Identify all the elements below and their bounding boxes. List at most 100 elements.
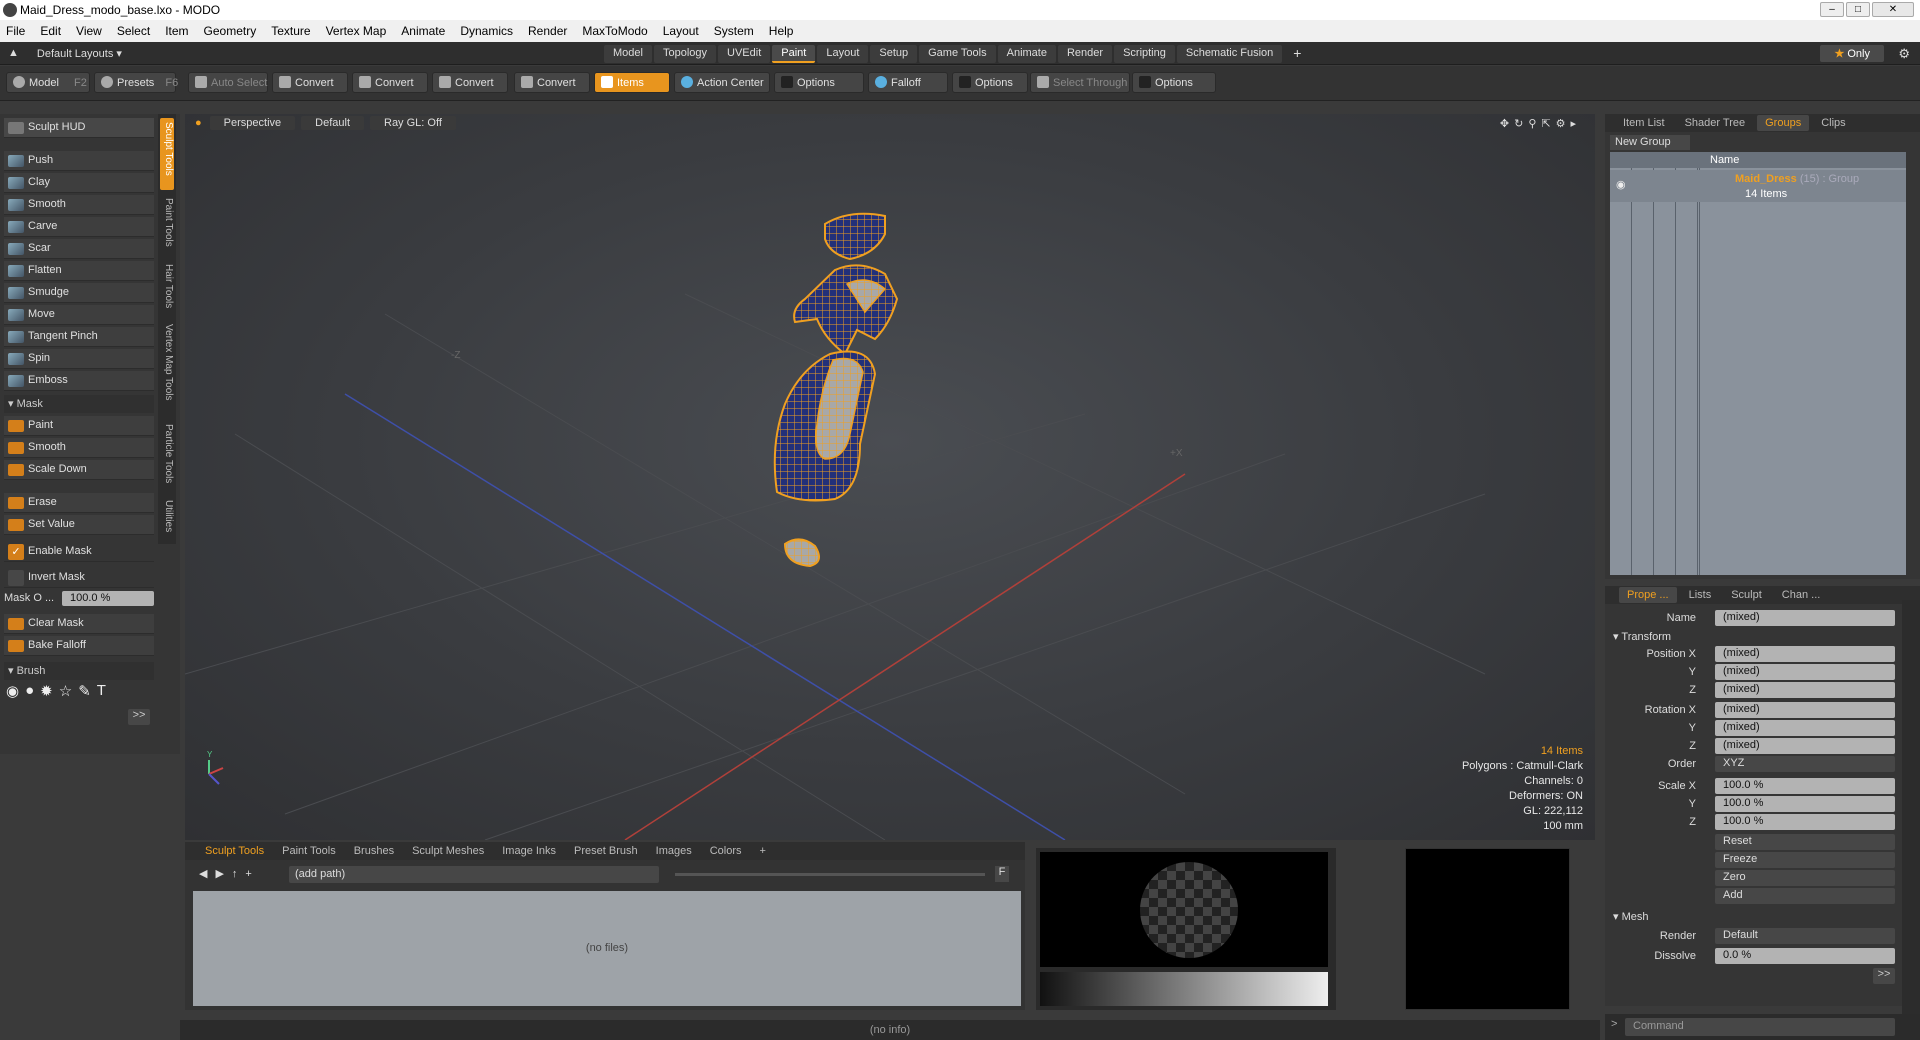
set-value-button[interactable]: Set Value [4, 515, 154, 535]
options-button-3[interactable]: Options [1132, 72, 1216, 93]
command-input[interactable]: Command [1625, 1018, 1895, 1036]
tab-channels[interactable]: Chan ... [1774, 587, 1829, 603]
tab-render[interactable]: Render [1057, 45, 1113, 63]
tab-colors[interactable]: Colors [702, 843, 750, 859]
tab-brushes[interactable]: Brushes [346, 843, 402, 859]
tool-smooth[interactable]: Smooth [4, 195, 154, 215]
maximize-button[interactable]: □ [1846, 2, 1870, 17]
render-dropdown[interactable]: Default [1715, 928, 1895, 944]
tab-model[interactable]: Model [604, 45, 652, 63]
layout-toggle-icon[interactable]: ▲ [8, 47, 19, 60]
add-dropdown[interactable]: Add [1715, 888, 1895, 904]
convert-button-3[interactable]: Convert [432, 72, 508, 93]
rotation-y-field[interactable]: (mixed) [1715, 720, 1895, 736]
minimize-button[interactable]: – [1820, 2, 1844, 17]
mask-section-header[interactable]: ▾ Mask [4, 395, 154, 413]
splat-brush-icon[interactable]: ✹ [40, 682, 53, 700]
convert-button-4[interactable]: Convert [514, 72, 590, 93]
menu-view[interactable]: View [76, 24, 102, 38]
convert-button-1[interactable]: Convert [272, 72, 348, 93]
enable-mask-checkbox[interactable]: ✓ Enable Mask [4, 542, 154, 562]
tab-uvedit[interactable]: UVEdit [718, 45, 771, 63]
tab-paint-tools-bottom[interactable]: Paint Tools [274, 843, 344, 859]
tab-clips[interactable]: Clips [1813, 115, 1853, 131]
tab-groups[interactable]: Groups [1757, 115, 1810, 131]
tab-lists[interactable]: Lists [1681, 587, 1720, 603]
tab-schematic-fusion[interactable]: Schematic Fusion [1176, 45, 1283, 63]
3d-viewport[interactable]: ● Perspective Default Ray GL: Off ✥↻⚲⇱⚙▸… [185, 114, 1595, 840]
position-y-field[interactable]: (mixed) [1715, 664, 1895, 680]
menu-item[interactable]: Item [165, 24, 188, 38]
menu-help[interactable]: Help [769, 24, 794, 38]
tool-emboss[interactable]: Emboss [4, 371, 154, 391]
tab-item-list[interactable]: Item List [1615, 115, 1673, 131]
menu-system[interactable]: System [714, 24, 754, 38]
presets-button[interactable]: Presets F6 [94, 72, 178, 93]
file-list[interactable]: (no files) [193, 891, 1021, 1006]
eye-icon[interactable]: ◉ [1616, 178, 1626, 191]
tab-game-tools[interactable]: Game Tools [919, 45, 996, 63]
custom-brush-icon[interactable]: ✎ [78, 682, 91, 700]
action-center-button[interactable]: Action Center [674, 72, 770, 93]
tab-sculpt-meshes[interactable]: Sculpt Meshes [404, 843, 492, 859]
zero-dropdown[interactable]: Zero [1715, 870, 1895, 886]
tool-tangent-pinch[interactable]: Tangent Pinch [4, 327, 154, 347]
tool-smudge[interactable]: Smudge [4, 283, 154, 303]
sculpt-hud-button[interactable]: Sculpt HUD [4, 118, 154, 138]
tab-animate[interactable]: Animate [997, 45, 1056, 63]
mask-scale-down-button[interactable]: Scale Down [4, 460, 154, 480]
tab-sculpt[interactable]: Sculpt [1723, 587, 1770, 603]
erase-button[interactable]: Erase [4, 493, 154, 513]
add-bottom-tab-button[interactable]: + [752, 843, 774, 859]
mesh-section[interactable]: ▾ Mesh [1613, 910, 1648, 923]
new-group-button[interactable]: New Group [1610, 135, 1690, 150]
name-field[interactable]: (mixed) [1715, 610, 1895, 626]
hard-brush-icon[interactable]: ● [25, 682, 34, 700]
menu-maxtomodo[interactable]: MaxToModo [582, 24, 647, 38]
reset-dropdown[interactable]: Reset [1715, 834, 1895, 850]
invert-mask-checkbox[interactable]: Invert Mask [4, 568, 154, 588]
menu-select[interactable]: Select [117, 24, 150, 38]
vtab-sculpt-tools[interactable]: Sculpt Tools [160, 118, 174, 190]
menu-vertex-map[interactable]: Vertex Map [326, 24, 387, 38]
order-dropdown[interactable]: XYZ [1715, 756, 1895, 772]
menu-geometry[interactable]: Geometry [204, 24, 257, 38]
tool-push[interactable]: Push [4, 151, 154, 171]
tool-spin[interactable]: Spin [4, 349, 154, 369]
mask-opacity-field[interactable]: 100.0 % [62, 591, 154, 606]
select-through-button[interactable]: Select Through [1030, 72, 1130, 93]
add-tab-button[interactable]: + [1284, 45, 1310, 63]
rotation-x-field[interactable]: (mixed) [1715, 702, 1895, 718]
falloff-button[interactable]: Falloff [868, 72, 948, 93]
close-button[interactable]: ✕ [1872, 2, 1914, 17]
vtab-utilities[interactable]: Utilities [160, 496, 174, 540]
tool-move[interactable]: Move [4, 305, 154, 325]
bake-falloff-button[interactable]: Bake Falloff [4, 636, 154, 656]
props-more-button[interactable]: >> [1873, 968, 1895, 984]
transform-section[interactable]: ▾ Transform [1613, 630, 1671, 643]
layouts-dropdown[interactable]: Default Layouts ▾ [37, 47, 122, 60]
auto-select-button[interactable]: Auto Select [188, 72, 268, 93]
soft-brush-icon[interactable]: ◉ [6, 682, 19, 700]
nav-arrows-icon[interactable]: ◀▶↑+ [199, 867, 260, 880]
clear-mask-button[interactable]: Clear Mask [4, 614, 154, 634]
brush-section-header[interactable]: ▾ Brush [4, 662, 154, 680]
tool-clay[interactable]: Clay [4, 173, 154, 193]
menu-render[interactable]: Render [528, 24, 567, 38]
position-x-field[interactable]: (mixed) [1715, 646, 1895, 662]
mask-paint-button[interactable]: Paint [4, 416, 154, 436]
path-input[interactable]: (add path) [289, 866, 659, 883]
tool-flatten[interactable]: Flatten [4, 261, 154, 281]
tab-sculpt-tools-bottom[interactable]: Sculpt Tools [197, 843, 272, 859]
tab-layout[interactable]: Layout [817, 45, 869, 63]
tab-image-inks[interactable]: Image Inks [494, 843, 564, 859]
vtab-particle-tools[interactable]: Particle Tools [160, 420, 174, 492]
vtab-hair-tools[interactable]: Hair Tools [160, 260, 174, 316]
menu-texture[interactable]: Texture [271, 24, 310, 38]
tab-shader-tree[interactable]: Shader Tree [1677, 115, 1754, 131]
name-column-header[interactable]: Name [1610, 152, 1906, 168]
scale-y-field[interactable]: 100.0 % [1715, 796, 1895, 812]
tab-images[interactable]: Images [648, 843, 700, 859]
more-button[interactable]: >> [128, 709, 150, 725]
vtab-vertex-map-tools[interactable]: Vertex Map Tools [160, 320, 174, 416]
